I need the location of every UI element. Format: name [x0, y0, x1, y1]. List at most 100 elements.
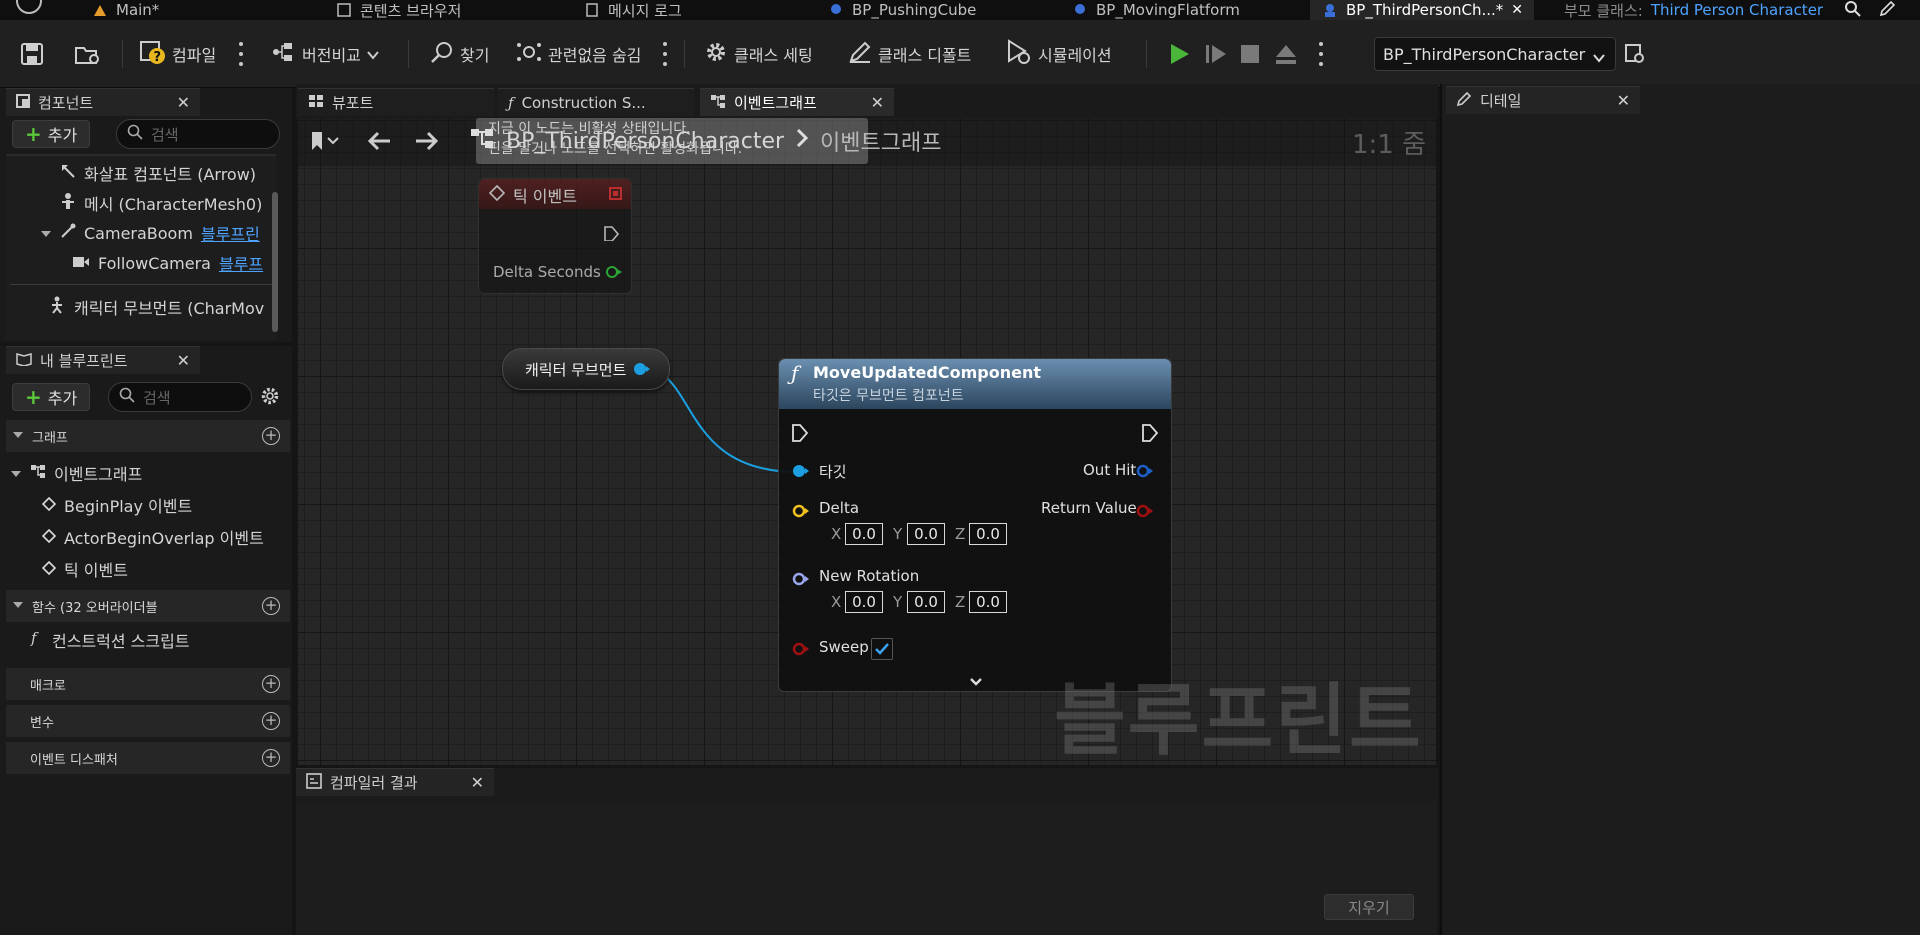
edit-blueprint-link[interactable]: 블루프: [219, 251, 263, 275]
tree-item-camera-boom[interactable]: CameraBoom 블루프린: [40, 220, 260, 246]
delta-x-field[interactable]: 0.0: [845, 523, 883, 545]
category-event-dispatchers[interactable]: 이벤트 디스패처 +: [6, 742, 290, 774]
search-icon[interactable]: [1844, 0, 1862, 22]
class-settings-button[interactable]: 클래스 세팅: [704, 40, 813, 68]
debug-object-select[interactable]: BP_ThirdPersonCharacter: [1374, 37, 1616, 71]
chevron-down-icon[interactable]: [40, 224, 52, 243]
compile-options-icon[interactable]: [238, 42, 244, 66]
add-component-button[interactable]: + 추가: [12, 120, 91, 148]
tab-viewport[interactable]: 뷰포트: [298, 88, 494, 116]
compiler-results-tab[interactable]: 컴파일러 결과 ✕: [296, 768, 494, 796]
rotator-in-pin[interactable]: [791, 571, 811, 591]
event-item-beginplay[interactable]: BeginPlay 이벤트: [41, 492, 192, 518]
toolbar-separator: [1146, 40, 1147, 68]
add-graph-icon[interactable]: +: [262, 427, 280, 445]
stop-icon[interactable]: [1240, 44, 1260, 68]
event-graph-item[interactable]: 이벤트그래프: [10, 460, 142, 486]
bool-out-pin[interactable]: [1135, 503, 1155, 523]
object-out-pin[interactable]: [633, 361, 651, 381]
doc-tab-third-person-character[interactable]: BP_ThirdPersonCh...* ✕: [1310, 0, 1534, 20]
parent-class-link[interactable]: Third Person Character: [1651, 1, 1823, 19]
event-diamond-icon: [41, 496, 57, 515]
delta-y-field[interactable]: 0.0: [907, 523, 945, 545]
close-icon[interactable]: ✕: [177, 351, 190, 370]
close-icon[interactable]: ✕: [871, 93, 884, 112]
simulation-button[interactable]: 시뮬레이션: [1006, 39, 1112, 69]
tab-construction-script[interactable]: ƒ Construction S...: [498, 88, 694, 116]
eject-icon[interactable]: [1274, 42, 1298, 70]
gear-icon[interactable]: [260, 386, 280, 410]
details-panel-tab[interactable]: 디테일 ✕: [1446, 86, 1640, 114]
close-icon[interactable]: ✕: [1617, 91, 1630, 110]
delegate-pin-icon[interactable]: [609, 187, 623, 205]
function-item-construction-script[interactable]: f 컨스트럭션 스크립트: [30, 627, 190, 653]
tree-item-follow-camera[interactable]: FollowCamera 블루프: [72, 250, 263, 276]
my-blueprint-panel-tab[interactable]: 내 블루프린트 ✕: [6, 346, 200, 374]
debug-browse-icon[interactable]: [1624, 43, 1646, 69]
tick-event-node[interactable]: 틱 이벤트 Delta Seconds: [478, 178, 632, 294]
edit-pencil-icon[interactable]: [1878, 0, 1896, 22]
add-function-icon[interactable]: +: [262, 597, 280, 615]
class-defaults-button[interactable]: 클래스 디폴트: [848, 40, 971, 68]
category-functions[interactable]: 함수 (32 오버라이더블 +: [6, 590, 290, 622]
doc-tab-moving-flatform[interactable]: BP_MovingFlatform: [1072, 0, 1240, 20]
clear-button[interactable]: 지우기: [1324, 894, 1414, 920]
find-button[interactable]: 찾기: [430, 40, 489, 68]
save-icon[interactable]: [20, 42, 44, 70]
diff-button[interactable]: 버전비교: [272, 40, 379, 68]
doc-tab-pushing-cube[interactable]: BP_PushingCube: [828, 0, 976, 20]
step-forward-icon[interactable]: [1204, 42, 1228, 70]
close-icon[interactable]: ✕: [177, 93, 190, 112]
category-graphs[interactable]: 그래프 +: [6, 420, 290, 452]
compile-button[interactable]: ? 컴파일: [140, 40, 216, 68]
vector-in-pin[interactable]: [791, 503, 811, 523]
bool-in-pin[interactable]: [791, 641, 811, 661]
rotation-x-field[interactable]: 0.0: [845, 591, 883, 613]
doc-tab-main[interactable]: Main*: [92, 0, 159, 20]
hide-unrelated-options-icon[interactable]: [662, 42, 668, 66]
add-macro-icon[interactable]: +: [262, 675, 280, 693]
doc-tab-message-log[interactable]: 메시지 로그: [584, 0, 682, 20]
sweep-checkbox[interactable]: [871, 638, 893, 660]
close-icon[interactable]: ✕: [1511, 2, 1523, 18]
close-icon[interactable]: ✕: [471, 773, 484, 792]
category-macros[interactable]: 매크로 +: [6, 668, 290, 700]
simulation-icon: [1006, 39, 1032, 69]
rotation-y-field[interactable]: 0.0: [907, 591, 945, 613]
target-in-pin[interactable]: [791, 463, 811, 483]
exec-out-pin[interactable]: [1141, 423, 1159, 447]
my-blueprint-search-input[interactable]: 검색: [108, 382, 252, 412]
tab-event-graph[interactable]: 이벤트그래프 ✕: [700, 88, 894, 116]
move-updated-component-node[interactable]: ƒ MoveUpdatedComponent 타깃은 무브먼트 컴포넌트 타깃 …: [778, 358, 1172, 692]
expand-chevron-icon[interactable]: [969, 675, 983, 691]
components-panel-tab[interactable]: 컴포넌트 ✕: [6, 88, 200, 116]
category-variables[interactable]: 변수 +: [6, 705, 290, 737]
event-item-actor-begin-overlap[interactable]: ActorBeginOverlap 이벤트: [41, 524, 264, 550]
svg-text:?: ?: [154, 50, 162, 65]
tree-item-character-movement[interactable]: 캐릭터 무브먼트 (CharMov: [48, 294, 264, 320]
hide-unrelated-button[interactable]: 관련없음 숨김: [516, 40, 641, 68]
delta-z-field[interactable]: 0.0: [969, 523, 1007, 545]
play-options-icon[interactable]: [1318, 42, 1324, 66]
components-scrollbar[interactable]: [272, 192, 278, 332]
add-variable-icon[interactable]: +: [262, 712, 280, 730]
unreal-logo-icon[interactable]: [16, 0, 42, 14]
browse-folder-icon[interactable]: [74, 42, 102, 70]
hit-result-out-pin[interactable]: [1135, 463, 1155, 483]
float-out-pin[interactable]: [605, 265, 623, 283]
rotation-z-field[interactable]: 0.0: [969, 591, 1007, 613]
exec-in-pin[interactable]: [791, 423, 809, 447]
tree-item-arrow[interactable]: 화살표 컴포넌트 (Arrow): [60, 160, 256, 186]
doc-tab-content-browser[interactable]: 콘텐츠 브라우저: [336, 0, 461, 20]
play-icon[interactable]: [1168, 42, 1192, 70]
event-graph-canvas[interactable]: 지금 이 노드는 비활성 상태입니다. 핀을 달거나 노드를 선택하면 활성화됩…: [298, 118, 1436, 765]
add-member-button[interactable]: + 추가: [12, 383, 91, 411]
exec-out-pin[interactable]: [603, 225, 620, 245]
tree-item-mesh[interactable]: 메시 (CharacterMesh0): [60, 190, 262, 216]
character-movement-var-node[interactable]: 캐릭터 무브먼트: [502, 348, 670, 390]
chevron-down-icon[interactable]: [10, 464, 22, 483]
add-dispatcher-icon[interactable]: +: [262, 749, 280, 767]
edit-blueprint-link[interactable]: 블루프린: [201, 221, 260, 245]
event-item-tick[interactable]: 틱 이벤트: [41, 556, 128, 582]
components-search-input[interactable]: 검색: [116, 119, 280, 149]
